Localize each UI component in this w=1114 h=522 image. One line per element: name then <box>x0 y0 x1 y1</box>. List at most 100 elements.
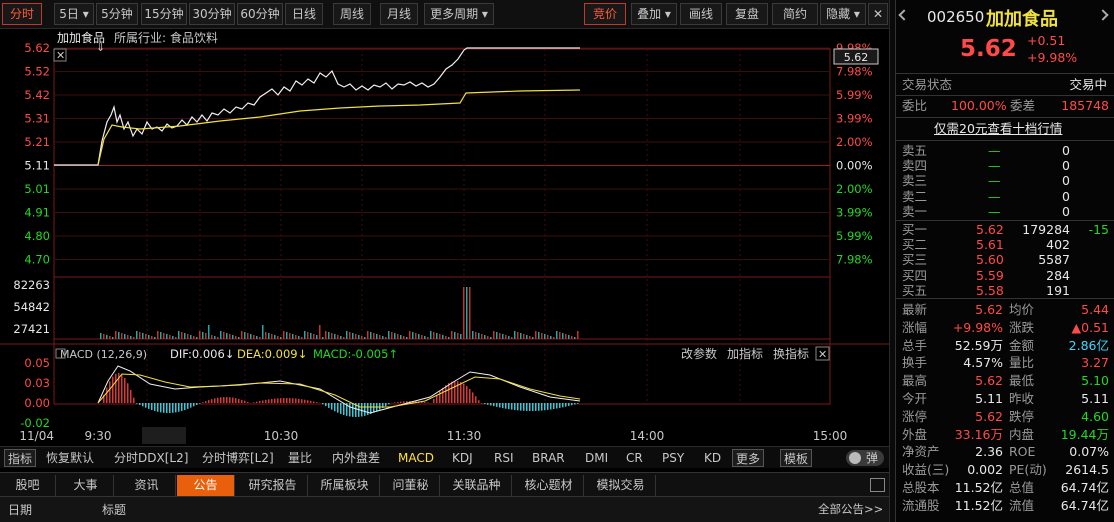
simple-button[interactable]: 简约 <box>772 3 818 25</box>
tab-5min[interactable]: 5分钟 <box>96 3 138 25</box>
stat-value: 5.44 <box>1081 302 1109 317</box>
stat-value: 11.52亿 <box>954 497 1003 513</box>
volume-tick: 82263 <box>13 278 50 292</box>
macd-bar <box>547 403 549 410</box>
indicator-label[interactable]: 指标 <box>4 449 37 467</box>
tab-announcements[interactable]: 公告 <box>177 475 235 496</box>
stat-label: 涨停 <box>902 408 928 424</box>
next-stock-icon[interactable] <box>1097 9 1109 21</box>
ask-price: — <box>988 173 1001 189</box>
hide-button[interactable]: 隐藏 ▾ <box>820 3 866 25</box>
tab-daily[interactable]: 日线 <box>285 3 323 25</box>
tab-sectors[interactable]: 所属板块 <box>310 475 380 496</box>
stat-row: 外盘 33.16万 内盘 19.44万 <box>896 426 1114 444</box>
stat-value: 5.62 <box>975 302 1003 317</box>
macd-bar <box>508 403 510 410</box>
time-tick: 11:30 <box>447 429 482 443</box>
tab-more-periods[interactable]: 更多周期 ▾ <box>424 3 494 25</box>
volume-bar <box>439 334 441 339</box>
tab-15min[interactable]: 15分钟 <box>141 3 187 25</box>
indicator-reset[interactable]: 恢复默认 <box>46 449 94 467</box>
ask-price: — <box>988 203 1001 219</box>
macd-bar <box>178 403 180 412</box>
volume-bar <box>172 336 174 339</box>
price-tick: 5.21 <box>24 135 50 149</box>
prev-stock-icon[interactable] <box>898 9 910 21</box>
macd-bar <box>553 403 555 410</box>
volume-bar <box>256 336 258 339</box>
macd-bar <box>562 403 564 408</box>
macd-bar <box>367 403 369 416</box>
stat-label: ROE <box>1009 444 1036 460</box>
macd-bar <box>457 381 459 403</box>
tab-monthly[interactable]: 月线 <box>380 3 418 25</box>
volume-bar <box>187 334 189 339</box>
tab-core-themes[interactable]: 核心题材 <box>514 475 584 496</box>
tab-related[interactable]: 关联品种 <box>442 475 512 496</box>
volume-bar <box>568 335 570 339</box>
indicator-kd[interactable]: KD <box>704 449 721 467</box>
volume-bar <box>235 336 237 339</box>
macd-bar <box>214 398 216 403</box>
macd-title-text: MACD (12,26,9) <box>60 348 147 361</box>
tab-research[interactable]: 研究报告 <box>238 475 308 496</box>
macd-bar <box>133 397 135 403</box>
macd-edit-params-button[interactable]: 改参数 <box>681 346 717 361</box>
macd-bar <box>121 374 123 403</box>
indicator-game[interactable]: 分时博弈[L2] <box>202 449 274 467</box>
bid-level-label: 买二 <box>902 237 928 253</box>
overlay-button[interactable]: 叠加 ▾ <box>631 3 677 25</box>
price-tick: 5.11 <box>24 159 50 173</box>
indicator-inout-diff[interactable]: 内外盘差 <box>332 449 380 467</box>
macd-bar <box>514 403 516 411</box>
volume-bar <box>133 337 135 339</box>
tab-weekly[interactable]: 周线 <box>333 3 371 25</box>
tab-30min[interactable]: 30分钟 <box>189 3 235 25</box>
indicator-kdj[interactable]: KDJ <box>452 449 473 467</box>
macd-bar <box>544 403 546 411</box>
all-announcements-link[interactable]: 全部公告>> <box>818 501 883 517</box>
close-icon[interactable]: ✕ <box>868 3 888 25</box>
auction-button[interactable]: 竞价 <box>584 3 626 25</box>
macd-switch-indicator-button[interactable]: 换指标 <box>773 346 809 361</box>
intraday-chart[interactable]: 5.62 5.52 5.42 5.31 5.21 5.11 5.01 4.91 4.80 4.70… <box>0 29 890 445</box>
indicator-ddx[interactable]: 分时DDX[L2] <box>114 449 188 467</box>
promo-link[interactable]: 仅需20元查看十档行情 <box>934 119 1062 138</box>
indicator-volume-ratio[interactable]: 量比 <box>288 449 312 467</box>
indicator-rsi[interactable]: RSI <box>494 449 514 467</box>
volume-bar <box>322 337 324 339</box>
news-panel-toggle-icon[interactable] <box>870 478 885 492</box>
stat-label: 外盘 <box>902 426 928 442</box>
macd-bar <box>154 403 156 411</box>
tab-5day[interactable]: 5日 ▾ <box>54 3 94 25</box>
macd-bar <box>163 403 165 413</box>
macd-bar <box>205 401 207 403</box>
macd-bar <box>475 396 477 403</box>
tab-news[interactable]: 资讯 <box>118 475 176 496</box>
macd-bar <box>307 400 309 403</box>
draw-line-button[interactable]: 画线 <box>680 3 722 25</box>
indicator-template[interactable]: 模板 <box>780 449 813 467</box>
indicator-psy[interactable]: PSY <box>662 449 684 467</box>
indicator-dmi[interactable]: DMI <box>585 449 608 467</box>
tab-ask-secretary[interactable]: 问董秘 <box>382 475 440 496</box>
tab-60min[interactable]: 60分钟 <box>237 3 283 25</box>
tab-intraday[interactable]: 分时 <box>2 3 42 25</box>
macd-bar <box>127 383 129 403</box>
popup-toggle[interactable]: 弹 <box>846 450 884 466</box>
pct-tick: 5.99% <box>836 229 873 243</box>
ask-volume: 0 <box>1062 158 1070 174</box>
indicator-more[interactable]: 更多 <box>732 449 765 467</box>
replay-button[interactable]: 复盘 <box>726 3 768 25</box>
last-price: 5.62 <box>960 36 1017 62</box>
bid-row: 买五 5.58 191 <box>896 283 1114 298</box>
tab-sim-trading[interactable]: 模拟交易 <box>586 475 656 496</box>
tab-events[interactable]: 大事 <box>58 475 114 496</box>
tab-forum[interactable]: 股吧 <box>0 475 56 496</box>
indicator-brar[interactable]: BRAR <box>532 449 565 467</box>
volume-bar <box>457 333 459 339</box>
stat-value: 5.10 <box>1081 373 1109 389</box>
indicator-cr[interactable]: CR <box>626 449 643 467</box>
indicator-macd[interactable]: MACD <box>398 449 434 467</box>
macd-add-indicator-button[interactable]: 加指标 <box>727 346 763 361</box>
